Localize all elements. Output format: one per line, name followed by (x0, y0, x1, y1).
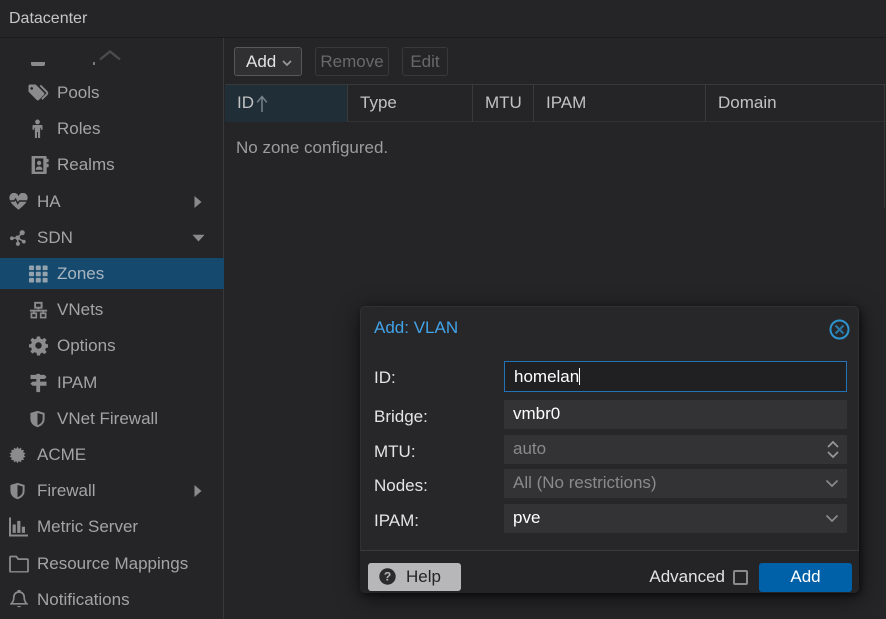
svg-text:?: ? (384, 570, 391, 584)
